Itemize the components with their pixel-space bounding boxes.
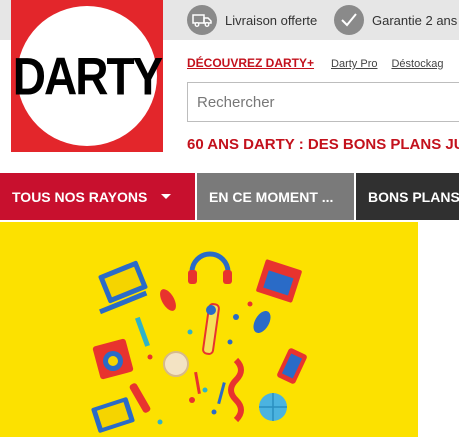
warranty-info[interactable]: Garantie 2 ans p: [334, 0, 459, 40]
celebration-illustration: [91, 251, 307, 433]
darty-logo[interactable]: DARTY: [11, 0, 163, 152]
balloon-blue: [253, 311, 271, 333]
cookie-icon: [163, 351, 189, 377]
logo-wordmark: DARTY: [12, 46, 163, 106]
logo-disc: DARTY: [13, 6, 163, 146]
washing-machine-icon: [92, 338, 134, 380]
tab-good-deals[interactable]: BONS PLANS: [356, 173, 459, 220]
destockage-link[interactable]: Déstockag: [391, 58, 443, 70]
check-icon: [334, 5, 364, 35]
truck-icon: [187, 5, 217, 35]
party-horn-icon: [202, 303, 220, 355]
tab-all-departments[interactable]: TOUS NOS RAYONS: [0, 173, 195, 220]
tab-good-deals-label: BONS PLANS: [368, 188, 459, 205]
main-nav: TOUS NOS RAYONS EN CE MOMENT ... BONS PL…: [0, 173, 459, 220]
search-box: [187, 82, 459, 122]
balloon-red: [160, 289, 176, 311]
secondary-links: DÉCOUVREZ DARTY+ Darty Pro Déstockag: [187, 50, 443, 70]
ribbon-streamer: [228, 357, 244, 423]
search-input[interactable]: [188, 83, 459, 121]
free-delivery-info[interactable]: Livraison offerte: [187, 0, 317, 40]
laptop-icon: [98, 260, 148, 315]
oven-icon: [256, 259, 302, 303]
free-delivery-label: Livraison offerte: [225, 12, 318, 28]
darty-pro-link[interactable]: Darty Pro: [331, 58, 377, 70]
promo-banner-text[interactable]: 60 ANS DARTY : DES BONS PLANS JUS: [187, 136, 459, 153]
tab-all-departments-label: TOUS NOS RAYONS: [12, 188, 148, 205]
confetti-stick: [134, 316, 150, 347]
tab-right-now-label: EN CE MOMENT ...: [209, 188, 334, 205]
hero-banner[interactable]: [0, 222, 418, 437]
headphones-icon: [188, 251, 232, 284]
darty-plus-link[interactable]: DÉCOUVREZ DARTY+: [187, 56, 314, 70]
tab-right-now[interactable]: EN CE MOMENT ...: [197, 173, 354, 220]
party-horn-small: [129, 383, 151, 413]
chevron-down-icon: [161, 194, 172, 199]
warranty-label: Garantie 2 ans p: [372, 12, 459, 28]
